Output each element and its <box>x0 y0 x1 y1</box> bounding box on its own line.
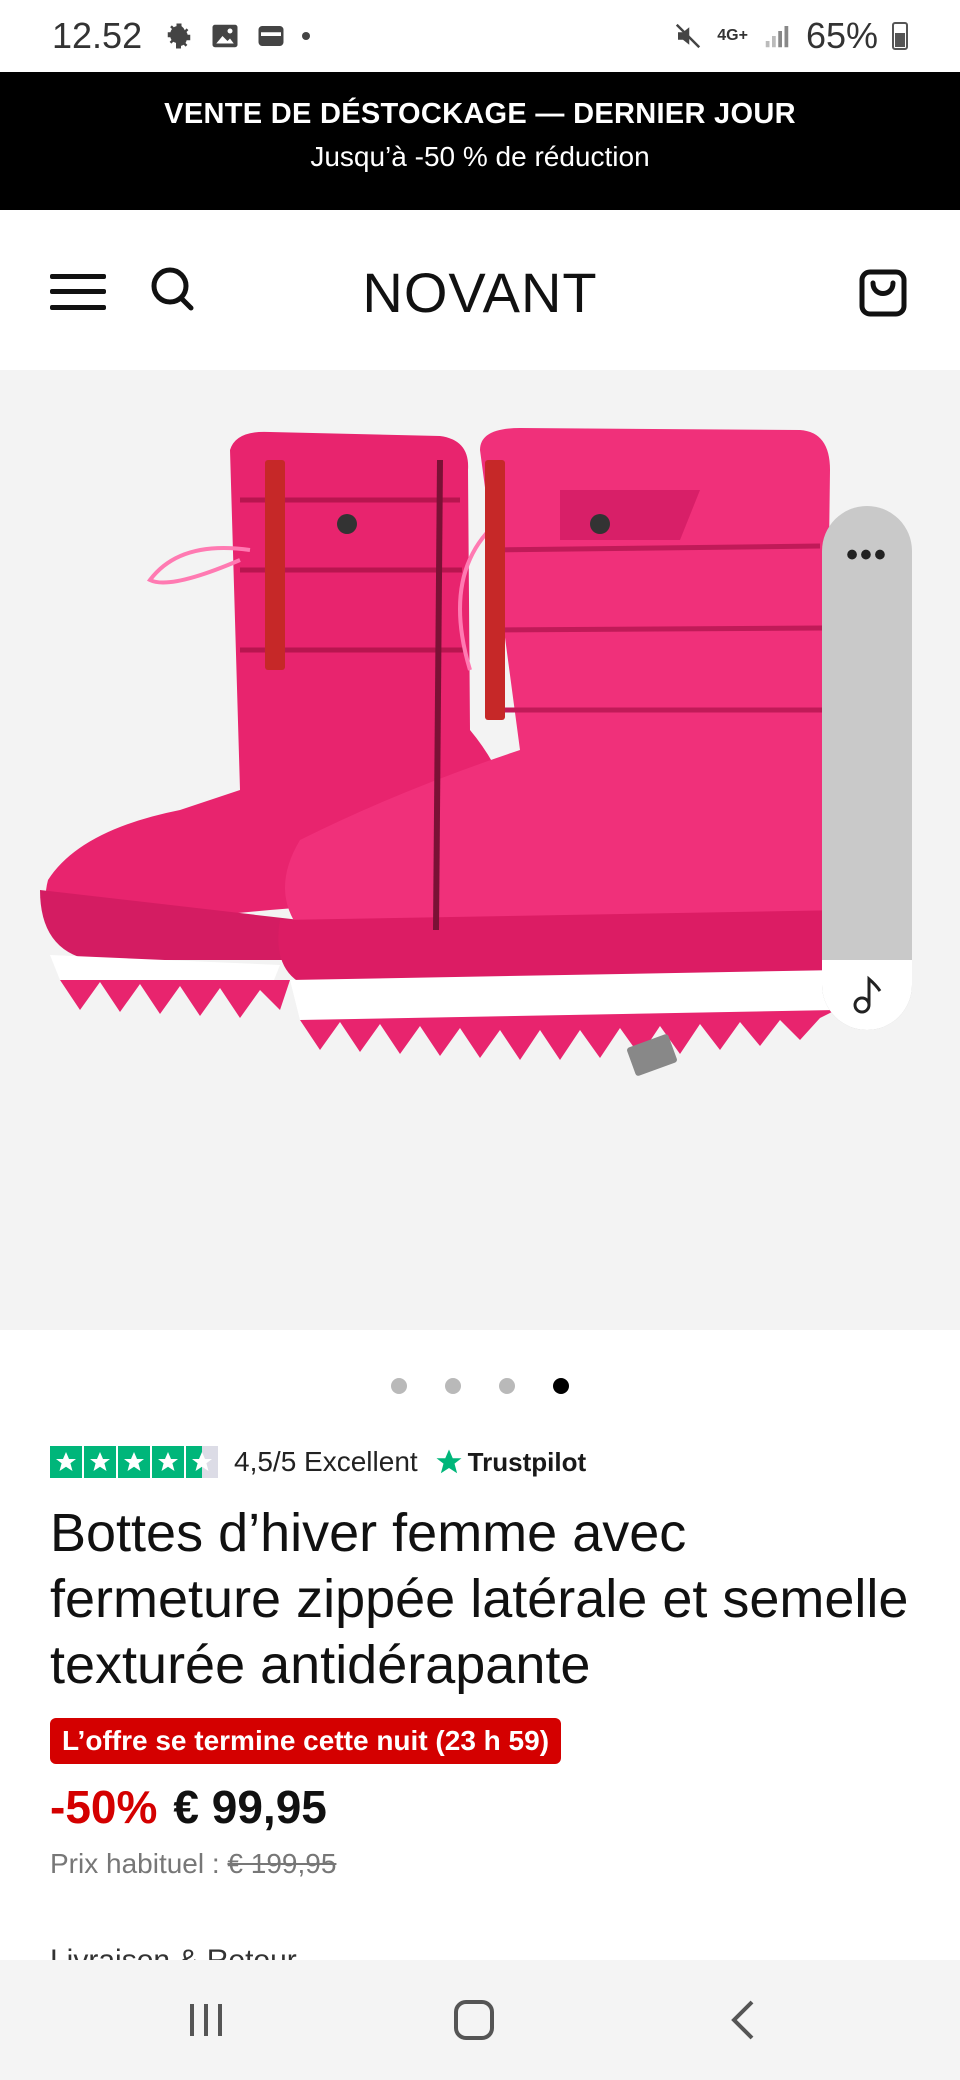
back-button[interactable] <box>684 1960 804 2080</box>
home-icon <box>454 2000 494 2040</box>
floating-side-widget[interactable]: ••• <box>822 506 912 1030</box>
discount-label: -50% <box>50 1781 158 1833</box>
carousel-dot[interactable] <box>499 1378 515 1394</box>
cart-icon[interactable] <box>858 262 908 318</box>
settings-icon <box>167 23 191 49</box>
shipping-returns-heading[interactable]: Livraison & Retour <box>50 1946 297 1960</box>
carousel-dot-active[interactable] <box>553 1378 569 1394</box>
home-button[interactable] <box>414 1960 534 2080</box>
battery-label: 65% <box>805 15 878 56</box>
promo-subtitle: Jusqu’à -50 % de réduction <box>310 141 650 172</box>
promo-title: VENTE DE DÉSTOCKAGE — DERNIER JOUR <box>164 98 796 130</box>
price-row: -50% € 99,95 <box>50 1780 327 1836</box>
star-icon <box>118 1446 150 1478</box>
gallery-icon <box>212 24 238 48</box>
trustpilot-label: Trustpilot <box>467 1446 587 1477</box>
wallet-icon <box>258 26 284 46</box>
network-label: 4G+ <box>717 27 748 44</box>
carousel-dot[interactable] <box>391 1378 407 1394</box>
product-image <box>40 428 847 1076</box>
back-icon <box>731 2000 754 2040</box>
site-header: NOVANT <box>0 210 960 370</box>
star-icon <box>84 1446 116 1478</box>
mute-icon <box>676 23 701 49</box>
star-icon <box>50 1446 82 1478</box>
trustpilot-logo: Trustpilot <box>434 1447 586 1478</box>
notification-dot-icon <box>302 32 311 40</box>
carousel-dot[interactable] <box>445 1378 461 1394</box>
product-gallery[interactable]: ••• <box>0 370 960 1330</box>
trustpilot-rating[interactable]: 4,5/5 Excellent Trustpilot <box>50 1444 586 1480</box>
recent-apps-icon <box>190 2004 222 2036</box>
trustpilot-star-icon <box>436 1449 462 1474</box>
carousel-pagination <box>0 1378 960 1394</box>
regular-price: € 199,95 <box>227 1848 337 1879</box>
battery-icon <box>892 22 908 50</box>
more-options-icon[interactable]: ••• <box>822 536 912 575</box>
recent-apps-button[interactable] <box>146 1960 266 2080</box>
half-star-icon <box>186 1446 218 1478</box>
signal-icon <box>765 26 789 48</box>
regular-price-row: Prix habituel : € 199,95 <box>50 1848 336 1880</box>
rating-score: 4,5/5 Excellent <box>234 1446 418 1477</box>
offer-badge: L’offre se termine cette nuit (23 h 59) <box>50 1718 562 1764</box>
current-price: € 99,95 <box>173 1781 327 1833</box>
status-bar: 12.52 4G+ 65% <box>0 0 960 72</box>
regular-price-label: Prix habituel : <box>50 1848 220 1879</box>
promo-banner[interactable]: VENTE DE DÉSTOCKAGE — DERNIER JOUR Jusqu… <box>0 72 960 210</box>
product-title: Bottes d’hiver femme avec fermeture zipp… <box>50 1503 909 1695</box>
system-navigation-bar <box>0 1960 960 2080</box>
star-icon <box>152 1446 184 1478</box>
rating-stars <box>50 1446 218 1478</box>
store-logo[interactable]: NOVANT <box>0 260 960 325</box>
status-time: 12.52 <box>52 15 143 56</box>
